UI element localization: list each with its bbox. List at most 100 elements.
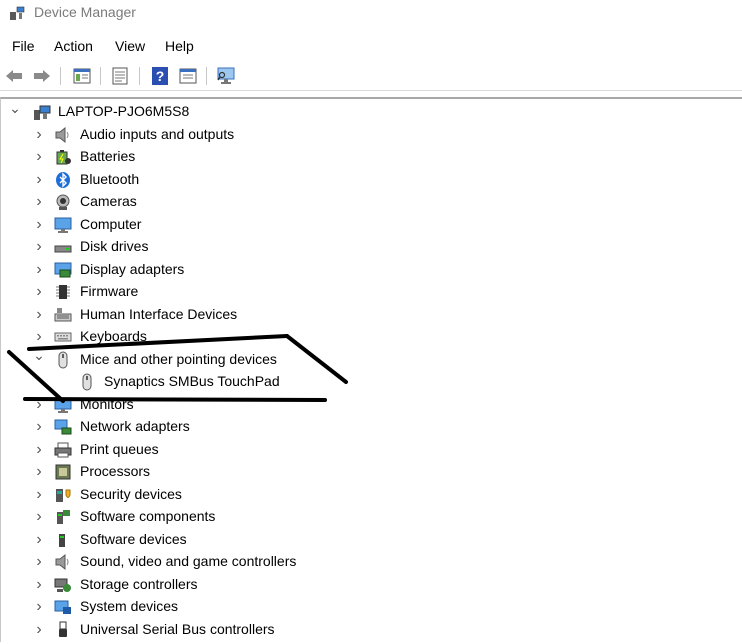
menu-view[interactable]: View bbox=[113, 38, 147, 54]
tree-category[interactable]: › Storage controllers bbox=[1, 574, 742, 596]
mouse-icon bbox=[78, 373, 96, 391]
mouse-icon bbox=[54, 351, 72, 369]
expand-chevron-icon[interactable]: › bbox=[34, 261, 44, 278]
expand-chevron-icon[interactable]: › bbox=[34, 508, 44, 525]
expand-chevron-icon[interactable]: › bbox=[34, 283, 44, 300]
expand-chevron-icon[interactable]: › bbox=[34, 306, 44, 323]
tree-category[interactable]: › Computer bbox=[1, 214, 742, 236]
security-icon bbox=[54, 486, 72, 504]
monitor-icon bbox=[54, 396, 72, 414]
expand-chevron-icon[interactable]: › bbox=[34, 486, 44, 503]
tree-item-label: Sound, video and game controllers bbox=[80, 553, 297, 569]
window-title: Device Manager bbox=[34, 4, 136, 20]
tree-category[interactable]: › Sound, video and game controllers bbox=[1, 551, 742, 573]
tree-item-label: System devices bbox=[80, 598, 179, 614]
tree-category[interactable]: › Network adapters bbox=[1, 416, 742, 438]
expand-chevron-icon[interactable]: › bbox=[34, 531, 44, 548]
printer-icon bbox=[54, 441, 72, 459]
collapse-chevron-icon[interactable]: ⌄ bbox=[9, 100, 21, 116]
tree-item-label: Print queues bbox=[80, 440, 159, 457]
tree-category[interactable]: › Universal Serial Bus controllers bbox=[1, 619, 742, 641]
keyboard-icon bbox=[54, 328, 72, 346]
battery-icon bbox=[54, 148, 72, 166]
expand-chevron-icon[interactable]: › bbox=[34, 621, 44, 638]
tree-item-label: Bluetooth bbox=[80, 170, 140, 187]
chip-icon bbox=[54, 283, 72, 301]
display-adapter-icon bbox=[54, 261, 72, 279]
tree-item-label: Synaptics SMBus TouchPad bbox=[104, 373, 280, 389]
software-device-icon bbox=[54, 531, 72, 549]
tree-category[interactable]: › Bluetooth bbox=[1, 169, 742, 191]
usb-icon bbox=[54, 621, 72, 639]
tree-category[interactable]: › Human Interface Devices bbox=[1, 304, 742, 326]
expand-chevron-icon[interactable]: › bbox=[34, 148, 44, 165]
expand-chevron-icon[interactable]: › bbox=[34, 126, 44, 143]
tree-category[interactable]: › Print queues bbox=[1, 439, 742, 461]
monitor-icon bbox=[54, 216, 72, 234]
expand-chevron-icon[interactable]: › bbox=[34, 193, 44, 210]
tree-category[interactable]: › Processors bbox=[1, 461, 742, 483]
tree-item-label: Keyboards bbox=[80, 328, 147, 344]
tree-item-label: Security devices bbox=[80, 485, 182, 502]
system-icon bbox=[54, 598, 72, 616]
tree-category[interactable]: › Firmware bbox=[1, 281, 742, 303]
network-icon bbox=[54, 418, 72, 436]
storage-icon bbox=[54, 576, 72, 594]
tree-item-label: Mice and other pointing devices bbox=[80, 350, 277, 367]
expand-chevron-icon[interactable]: › bbox=[34, 396, 44, 413]
tree-category[interactable]: ⌄ Mice and other pointing devices bbox=[1, 347, 742, 371]
tree-item-label: Processors bbox=[80, 463, 151, 479]
properties-icon[interactable] bbox=[110, 66, 130, 86]
collapse-chevron-icon[interactable]: ⌄ bbox=[33, 347, 45, 363]
expand-chevron-icon[interactable]: › bbox=[34, 328, 44, 345]
expand-chevron-icon[interactable]: › bbox=[34, 463, 44, 480]
tree-item-label: Software devices bbox=[80, 530, 187, 547]
help-icon[interactable]: ? bbox=[150, 66, 170, 86]
tree-category[interactable]: › Disk drives bbox=[1, 236, 742, 258]
expand-chevron-icon[interactable]: › bbox=[34, 171, 44, 188]
menu-help[interactable]: Help bbox=[163, 38, 196, 54]
expand-chevron-icon[interactable]: › bbox=[34, 576, 44, 593]
tree-item-label: Computer bbox=[80, 215, 142, 232]
expand-chevron-icon[interactable]: › bbox=[34, 598, 44, 615]
tree-item-label: Monitors bbox=[80, 395, 134, 412]
tree-category[interactable]: › Cameras bbox=[1, 191, 742, 213]
toolbar-separator bbox=[100, 67, 101, 85]
expand-chevron-icon[interactable]: › bbox=[34, 418, 44, 435]
title-bar: Device Manager bbox=[0, 0, 742, 30]
expand-chevron-icon[interactable]: › bbox=[34, 441, 44, 458]
run-icon[interactable] bbox=[178, 66, 198, 86]
menu-action[interactable]: Action bbox=[52, 38, 95, 54]
tree-item-label: LAPTOP-PJO6M5S8 bbox=[58, 103, 190, 119]
svg-text:?: ? bbox=[156, 68, 165, 84]
tree-category[interactable]: › Display adapters bbox=[1, 259, 742, 281]
tree-category[interactable]: › Software components bbox=[1, 506, 742, 528]
tree-category[interactable]: › System devices bbox=[1, 596, 742, 618]
processor-icon bbox=[54, 463, 72, 481]
tree-category[interactable]: › Audio inputs and outputs bbox=[1, 124, 742, 146]
expand-chevron-icon[interactable]: › bbox=[34, 553, 44, 570]
tree-item-label: Human Interface Devices bbox=[80, 305, 238, 322]
tree-category[interactable]: › Security devices bbox=[1, 484, 742, 506]
speaker-icon bbox=[54, 553, 72, 571]
tree-item-label: Cameras bbox=[80, 193, 137, 209]
scan-hardware-icon[interactable] bbox=[216, 66, 236, 86]
tree-category[interactable]: › Monitors bbox=[1, 394, 742, 416]
camera-icon bbox=[54, 193, 72, 211]
expand-chevron-icon[interactable]: › bbox=[34, 216, 44, 233]
expand-chevron-icon[interactable]: › bbox=[34, 238, 44, 255]
device-manager-icon bbox=[10, 6, 25, 20]
tree-root[interactable]: ⌄ LAPTOP-PJO6M5S8 bbox=[1, 100, 742, 123]
menu-file[interactable]: File bbox=[10, 38, 37, 54]
bluetooth-icon bbox=[54, 171, 72, 189]
back-icon[interactable] bbox=[4, 66, 24, 86]
tree-device[interactable]: Synaptics SMBus TouchPad bbox=[1, 371, 742, 393]
tree-category[interactable]: › Keyboards bbox=[1, 326, 742, 348]
hid-icon bbox=[54, 306, 72, 324]
tree-category[interactable]: › Software devices bbox=[1, 529, 742, 551]
tree-item-label: Display adapters bbox=[80, 260, 185, 277]
forward-icon[interactable] bbox=[32, 66, 52, 86]
software-component-icon bbox=[54, 508, 72, 526]
tree-category[interactable]: › Batteries bbox=[1, 146, 742, 168]
show-hide-tree-icon[interactable] bbox=[72, 66, 92, 86]
